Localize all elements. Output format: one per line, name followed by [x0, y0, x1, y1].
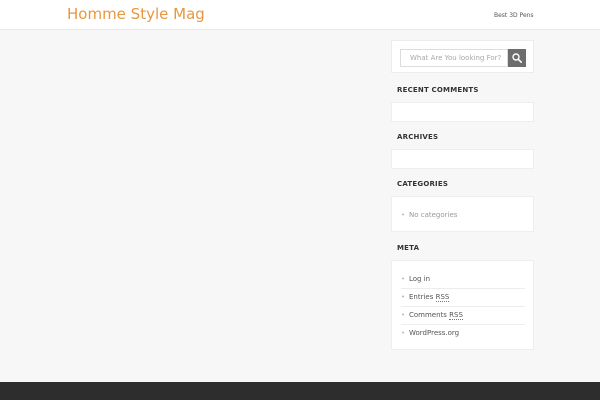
- site-title-link[interactable]: Homme Style Mag: [67, 5, 205, 23]
- search-button[interactable]: [508, 49, 526, 67]
- nav-link-best-3d-pens[interactable]: Best 3D Pens: [494, 12, 534, 19]
- meta-wordpress-link[interactable]: WordPress.org: [409, 329, 459, 337]
- site-footer: [0, 382, 600, 400]
- meta-divider: [401, 324, 525, 325]
- search-icon: [512, 53, 522, 63]
- meta-comments-rss-link[interactable]: Comments RSS: [409, 311, 463, 320]
- recent-comments-widget: [391, 102, 534, 122]
- bullet-icon: •: [401, 293, 406, 301]
- search-input[interactable]: [400, 49, 508, 67]
- meta-comments-rss-label: Comments: [409, 311, 450, 319]
- search-widget: [391, 40, 534, 73]
- meta-entries-rss-abbr: RSS: [435, 293, 450, 302]
- category-empty-label: No categories: [409, 211, 458, 219]
- categories-widget: • No categories: [391, 196, 534, 232]
- categories-heading: CATEGORIES: [397, 180, 449, 188]
- bullet-icon: •: [401, 311, 406, 319]
- meta-entries-rss-link[interactable]: Entries RSS: [409, 293, 450, 302]
- category-list-item: • No categories: [401, 211, 457, 219]
- meta-divider: [401, 306, 525, 307]
- meta-list-item: • Entries RSS: [401, 293, 450, 302]
- site-header: Homme Style Mag Best 3D Pens: [0, 0, 600, 30]
- meta-heading: META: [397, 244, 420, 252]
- bullet-icon: •: [401, 329, 406, 337]
- recent-comments-heading: RECENT COMMENTS: [397, 86, 479, 94]
- meta-list-item: • Comments RSS: [401, 311, 463, 320]
- meta-list-item: • WordPress.org: [401, 329, 459, 337]
- meta-entries-rss-label: Entries: [409, 293, 436, 301]
- archives-widget: [391, 149, 534, 169]
- meta-login-link[interactable]: Log in: [409, 275, 430, 283]
- archives-heading: ARCHIVES: [397, 133, 439, 141]
- meta-divider: [401, 288, 525, 289]
- bullet-icon: •: [401, 275, 406, 283]
- meta-list-item: • Log in: [401, 275, 430, 283]
- meta-widget: • Log in • Entries RSS • Comments RSS • Word…: [391, 260, 534, 350]
- meta-comments-rss-abbr: RSS: [449, 311, 463, 320]
- bullet-icon: •: [401, 211, 406, 219]
